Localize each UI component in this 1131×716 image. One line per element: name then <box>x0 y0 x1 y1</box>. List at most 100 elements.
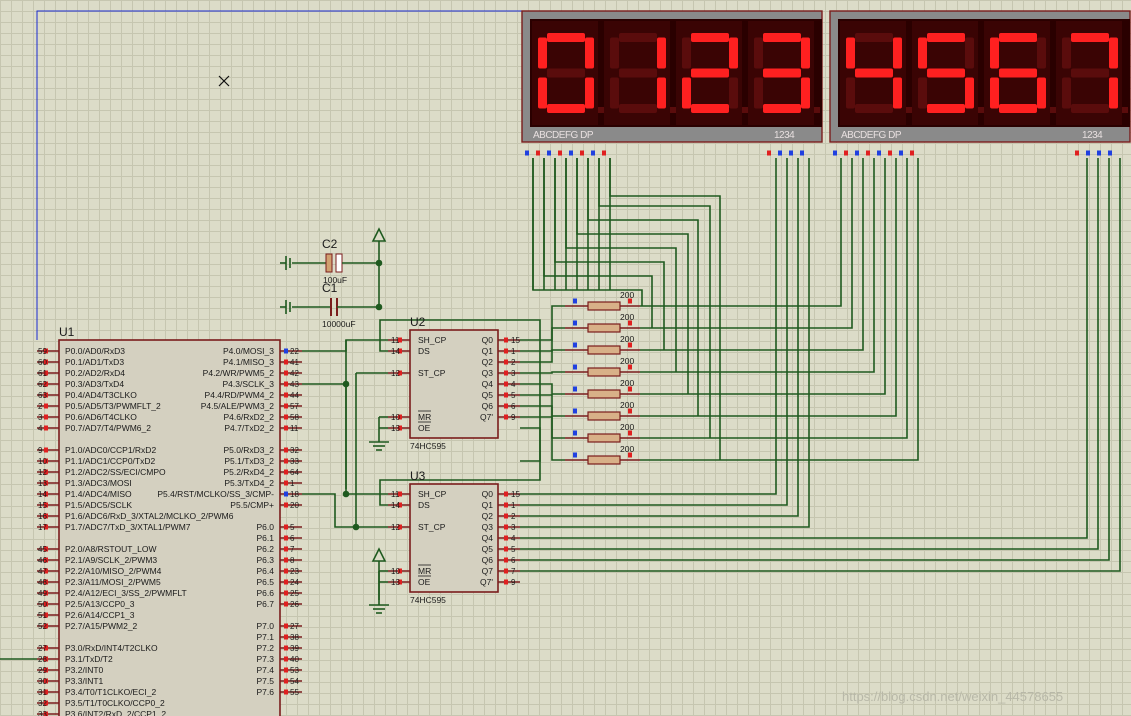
pin-terminal[interactable] <box>844 150 848 156</box>
pin-terminal[interactable] <box>504 535 508 541</box>
pin-terminal[interactable] <box>44 425 48 431</box>
pin-terminal[interactable] <box>284 601 288 607</box>
pin-terminal[interactable] <box>284 546 288 552</box>
pin-terminal[interactable] <box>1108 150 1112 156</box>
pin-terminal[interactable] <box>573 386 577 392</box>
resistor-array[interactable]: 200 200 200 200 200 200 200 200 <box>565 290 640 465</box>
pin-terminal[interactable] <box>284 403 288 409</box>
pin-terminal[interactable] <box>504 359 508 365</box>
pin-terminal[interactable] <box>573 452 577 458</box>
pin-terminal[interactable] <box>504 337 508 343</box>
pin-terminal[interactable] <box>44 447 48 453</box>
pin-terminal[interactable] <box>44 403 48 409</box>
mcu-u1[interactable]: U1 59 P0.0/AD0/RxD360 P0.1/AD1/TxD361 P0.2/… <box>37 325 302 716</box>
pin-terminal[interactable] <box>284 623 288 629</box>
pin-terminal[interactable] <box>284 590 288 596</box>
pin-terminal[interactable] <box>504 524 508 530</box>
pin-terminal[interactable] <box>504 403 508 409</box>
pin-terminal[interactable] <box>580 150 584 156</box>
pin-terminal[interactable] <box>504 557 508 563</box>
pin-terminal[interactable] <box>284 359 288 365</box>
pin-terminal[interactable] <box>284 557 288 563</box>
pin-terminal[interactable] <box>1097 150 1101 156</box>
display-1[interactable]: ABCDEFG DP 1234 <box>521 10 823 156</box>
pin-terminal[interactable] <box>284 689 288 695</box>
resistor[interactable]: 200 <box>565 356 640 377</box>
pin-terminal[interactable] <box>525 150 529 156</box>
pin-terminal[interactable] <box>1086 150 1090 156</box>
pin-terminal[interactable] <box>767 150 771 156</box>
pin-terminal[interactable] <box>800 150 804 156</box>
pin-terminal[interactable] <box>284 502 288 508</box>
pin-terminal[interactable] <box>573 364 577 370</box>
pin-terminal[interactable] <box>573 320 577 326</box>
pin-terminal[interactable] <box>1075 150 1079 156</box>
pin-terminal[interactable] <box>504 568 508 574</box>
resistor[interactable]: 200 <box>565 290 640 311</box>
pin-terminal[interactable] <box>284 535 288 541</box>
pin-terminal[interactable] <box>573 430 577 436</box>
pin-terminal[interactable] <box>591 150 595 156</box>
pin-terminal[interactable] <box>573 408 577 414</box>
pin-terminal[interactable] <box>547 150 551 156</box>
pin-terminal[interactable] <box>284 656 288 662</box>
pin-terminal[interactable] <box>284 579 288 585</box>
pin-terminal[interactable] <box>284 370 288 376</box>
pin-terminal[interactable] <box>284 678 288 684</box>
pin-terminal[interactable] <box>284 392 288 398</box>
pin-terminal[interactable] <box>504 392 508 398</box>
resistor[interactable]: 200 <box>565 400 640 421</box>
pin-terminal[interactable] <box>284 645 288 651</box>
pin-terminal[interactable] <box>504 381 508 387</box>
pin-terminal[interactable] <box>833 150 837 156</box>
pin-terminal[interactable] <box>504 513 508 519</box>
shift-register-u2[interactable]: U2 74HC595 11 SH_CP14 DS12 ST_CP10 MR13 OE15Q… <box>388 315 520 451</box>
capacitor-c1[interactable]: C1 10000uF <box>292 281 379 329</box>
resistor[interactable]: 200 <box>565 422 640 443</box>
pin-terminal[interactable] <box>504 491 508 497</box>
seven-segment-displays[interactable]: ABCDEFG DP 1234 ABCDEFG DP 1234 <box>521 10 1131 156</box>
pin-terminal[interactable] <box>573 342 577 348</box>
pin-terminal[interactable] <box>284 480 288 486</box>
schematic-canvas[interactable]: ABCDEFG DP 1234 ABCDEFG DP 1234 C2 100uF C1… <box>0 0 1131 716</box>
pin-terminal[interactable] <box>504 579 508 585</box>
resistor[interactable]: 200 <box>565 334 640 355</box>
pin-terminal[interactable] <box>569 150 573 156</box>
capacitor-c2[interactable]: C2 100uF <box>292 237 379 285</box>
shift-register-u3[interactable]: U3 74HC595 11 SH_CP14 DS12 ST_CP10 MR13 OE15Q… <box>388 469 520 605</box>
pin-terminal[interactable] <box>573 298 577 304</box>
pin-terminal[interactable] <box>284 491 288 497</box>
pin-terminal[interactable] <box>284 348 288 354</box>
pin-terminal[interactable] <box>284 667 288 673</box>
pin-terminal[interactable] <box>899 150 903 156</box>
pin-terminal[interactable] <box>284 414 288 420</box>
pin-terminal[interactable] <box>284 634 288 640</box>
resistor[interactable]: 200 <box>565 312 640 333</box>
pin-terminal[interactable] <box>910 150 914 156</box>
pin-terminal[interactable] <box>877 150 881 156</box>
display-2[interactable]: ABCDEFG DP 1234 <box>829 10 1131 156</box>
pin-terminal[interactable] <box>284 469 288 475</box>
pin-terminal[interactable] <box>284 568 288 574</box>
pin-terminal[interactable] <box>504 414 508 420</box>
pin-terminal[interactable] <box>284 447 288 453</box>
pin-terminal[interactable] <box>866 150 870 156</box>
resistor[interactable]: 200 <box>565 444 640 465</box>
pin-terminal[interactable] <box>284 458 288 464</box>
pin-terminal[interactable] <box>855 150 859 156</box>
pin-terminal[interactable] <box>558 150 562 156</box>
pin-terminal[interactable] <box>504 370 508 376</box>
pin-terminal[interactable] <box>504 546 508 552</box>
pin-terminal[interactable] <box>602 150 606 156</box>
pin-terminal[interactable] <box>284 524 288 530</box>
pin-terminal[interactable] <box>44 414 48 420</box>
pin-terminal[interactable] <box>504 348 508 354</box>
pin-terminal[interactable] <box>888 150 892 156</box>
pin-terminal[interactable] <box>284 425 288 431</box>
pin-terminal[interactable] <box>536 150 540 156</box>
pin-terminal[interactable] <box>778 150 782 156</box>
resistor[interactable]: 200 <box>565 378 640 399</box>
pin-terminal[interactable] <box>789 150 793 156</box>
pin-terminal[interactable] <box>504 502 508 508</box>
pin-terminal[interactable] <box>284 381 288 387</box>
